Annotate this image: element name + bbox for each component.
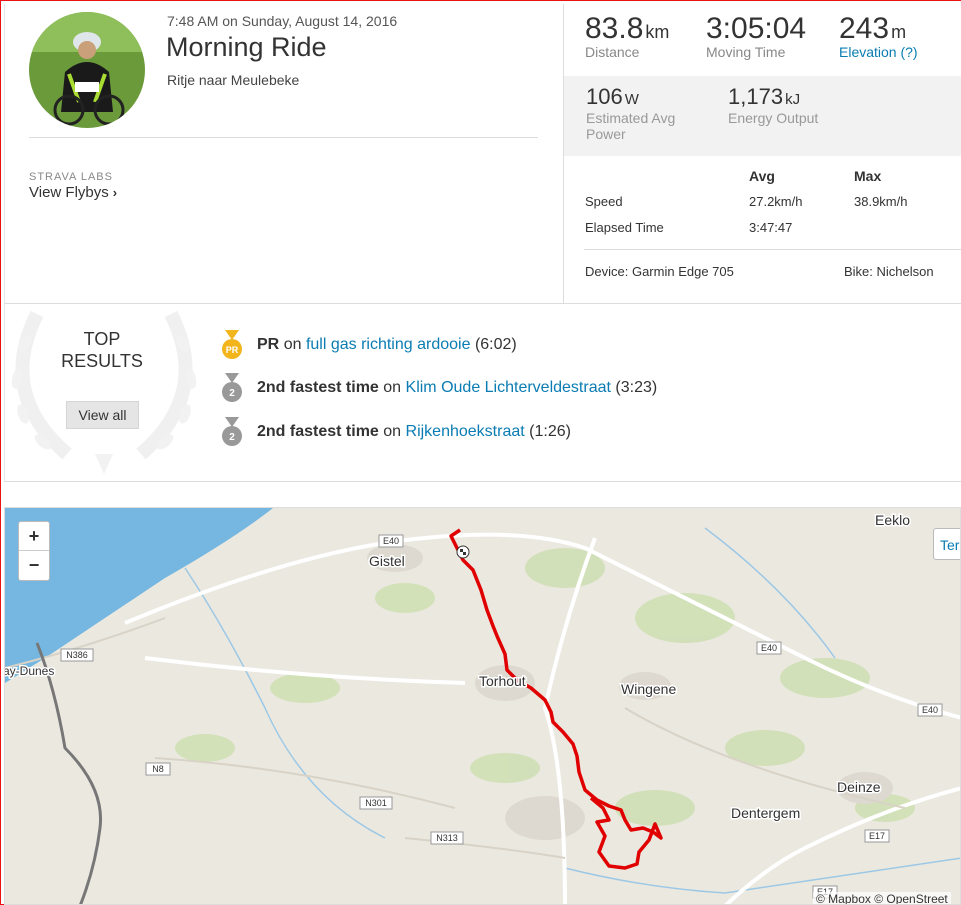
zoom-out-button[interactable]: − <box>19 551 49 580</box>
effort-row: 2 2nd fastest time on Klim Oude Lichterv… <box>221 373 657 403</box>
svg-text:E40: E40 <box>761 643 777 653</box>
power-label-1: Estimated Avg <box>586 110 676 126</box>
medal-rank-text: 2 <box>229 388 235 399</box>
stat-elevation: 243 m Elevation (?) <box>839 12 918 60</box>
segment-link[interactable]: Rijkenhoekstraat <box>406 423 525 440</box>
place-label: Eeklo <box>875 512 910 528</box>
effort-achievement: 2nd fastest time <box>257 379 379 396</box>
activity-header: 7:48 AM on Sunday, August 14, 2016 Morni… <box>4 4 961 304</box>
road-shield: E40 <box>378 534 404 548</box>
road-shield: N386 <box>60 648 94 662</box>
effort-achievement: PR <box>257 336 280 353</box>
silver-medal-icon: 2 <box>222 417 242 446</box>
svg-text:N386: N386 <box>66 650 88 660</box>
segment-link[interactable]: full gas richting ardooie <box>306 336 471 353</box>
effort-on: on <box>383 423 402 440</box>
elevation-value: 243 <box>839 12 890 45</box>
moving-time-label: Moving Time <box>706 44 786 60</box>
zoom-control: + − <box>18 521 50 581</box>
view-flybys-label: View Flybys <box>29 184 109 201</box>
road-shield: E17 <box>864 829 890 843</box>
place-label: Gistel <box>369 553 405 569</box>
activity-datetime: 7:48 AM on Sunday, August 14, 2016 <box>167 13 398 29</box>
col-header-avg: Avg <box>749 168 775 184</box>
terrain-toggle-button[interactable]: Ter <box>933 528 960 560</box>
chevron-right-icon: › <box>112 185 118 200</box>
route-map[interactable]: E40 E40 E40 N386 N8 N301 N313 E17 E17 Gi… <box>4 507 961 905</box>
place-label: Deinze <box>837 779 881 795</box>
effort-on: on <box>283 336 302 353</box>
row-label-speed: Speed <box>585 194 623 209</box>
place-label: ay-Dunes <box>5 664 54 678</box>
divider <box>584 249 961 250</box>
effort-time: (6:02) <box>474 336 517 353</box>
svg-text:E40: E40 <box>383 536 399 546</box>
pr-medal-icon: PR <box>222 330 242 359</box>
distance-value: 83.8 <box>585 12 644 45</box>
power-value: 106 <box>586 84 623 109</box>
speed-avg: 27.2km/h <box>749 194 803 209</box>
stat-moving-time: 3:05:04 Moving Time <box>706 12 806 60</box>
view-flybys-link[interactable]: View Flybys › <box>29 184 117 201</box>
road-shield: E40 <box>756 641 782 655</box>
svg-text:N301: N301 <box>365 798 387 808</box>
top-results-title-line1: TOP <box>83 329 121 349</box>
map-canvas[interactable]: E40 E40 E40 N386 N8 N301 N313 E17 E17 Gi… <box>5 508 961 905</box>
distance-unit: km <box>645 22 670 42</box>
energy-label: Energy Output <box>728 110 819 126</box>
effort-row: 2 2nd fastest time on Rijkenhoekstraat (… <box>221 417 571 447</box>
divider <box>29 137 538 138</box>
elevation-help-link[interactable]: Elevation (?) <box>839 44 918 60</box>
energy-value: 1,173 <box>728 84 784 109</box>
road-shield: N8 <box>145 762 171 776</box>
effort-on: on <box>383 379 402 396</box>
svg-text:E40: E40 <box>922 705 938 715</box>
effort-time: (3:23) <box>615 379 658 396</box>
effort-time: (1:26) <box>529 423 571 440</box>
top-results-section: TOP RESULTS View all PR PR on full gas r… <box>4 304 961 482</box>
bike-info: Bike: Nichelson <box>844 264 934 279</box>
svg-text:N313: N313 <box>436 833 458 843</box>
col-header-max: Max <box>854 168 882 184</box>
energy-unit: kJ <box>785 91 801 108</box>
secondary-stats: 106 W Estimated Avg Power 1,173 kJ Energy … <box>564 76 961 156</box>
strava-labs-label: STRAVA LABS <box>29 171 113 183</box>
stat-distance: 83.8 km Distance <box>585 12 669 60</box>
power-label-2: Power <box>586 126 626 142</box>
top-results-title-line2: RESULTS <box>61 351 143 371</box>
road-shield: N313 <box>430 831 464 845</box>
avatar-photo <box>29 12 145 128</box>
top-results-title: TOP RESULTS <box>27 328 177 372</box>
moving-time-value: 3:05:04 <box>706 12 807 45</box>
distance-label: Distance <box>585 44 640 60</box>
effort-row: PR PR on full gas richting ardooie (6:02… <box>221 330 517 360</box>
athlete-avatar[interactable] <box>29 12 145 128</box>
activity-title: Morning Ride <box>166 32 327 62</box>
speed-max: 38.9km/h <box>854 194 908 209</box>
effort-achievement: 2nd fastest time <box>257 423 379 440</box>
stat-power: 106 W Estimated Avg Power <box>586 84 675 142</box>
elapsed-avg: 3:47:47 <box>749 220 793 235</box>
pr-medal-text: PR <box>226 345 239 355</box>
elevation-unit: m <box>891 22 907 42</box>
medal-rank-text: 2 <box>229 432 235 443</box>
segment-link[interactable]: Klim Oude Lichterveldestraat <box>406 379 611 396</box>
svg-text:N8: N8 <box>152 764 164 774</box>
row-label-elapsed: Elapsed Time <box>585 220 664 235</box>
road-shield: N301 <box>359 796 393 810</box>
place-label: Dentergem <box>731 805 800 821</box>
place-label: Wingene <box>621 681 676 697</box>
activity-description: Ritje naar Meulebeke <box>167 72 300 88</box>
zoom-in-button[interactable]: + <box>19 522 49 551</box>
map-attribution: © Mapbox © OpenStreet <box>813 892 951 904</box>
view-all-button[interactable]: View all <box>66 401 139 429</box>
device-info: Device: Garmin Edge 705 <box>585 264 734 279</box>
power-unit: W <box>624 91 639 108</box>
place-label: Torhout <box>479 673 526 689</box>
stats-panel: 83.8 km Distance 3:05:04 Moving Time 243 m… <box>563 4 961 304</box>
road-shield: E40 <box>917 703 943 717</box>
stat-energy: 1,173 kJ Energy Output <box>728 84 818 126</box>
silver-medal-icon: 2 <box>222 373 242 402</box>
svg-text:E17: E17 <box>869 831 885 841</box>
